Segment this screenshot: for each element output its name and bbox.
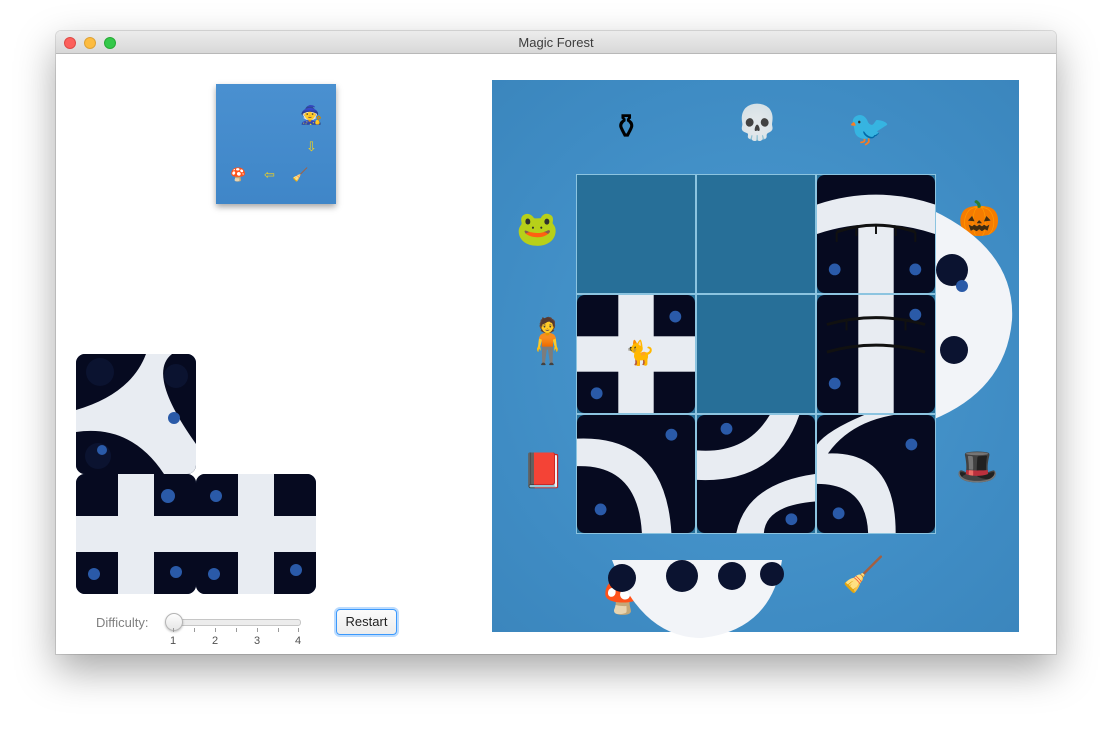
- board-slot-tile-bridge[interactable]: [816, 294, 936, 414]
- slider-tick: [194, 628, 195, 632]
- board-slot-tile-curve[interactable]: [576, 414, 696, 534]
- slider-tick-label: 2: [211, 635, 219, 647]
- board-slot-empty[interactable]: [576, 174, 696, 294]
- restart-button[interactable]: Restart: [336, 609, 397, 635]
- slider-tick-label: 1: [169, 635, 177, 647]
- slider-tick: [215, 628, 216, 632]
- game-board: ⚱ 💀 🐦 🐸 🎃 🧍 📕 🎩 🍄 🧹 🐈: [492, 80, 1019, 638]
- title-bar: Magic Forest: [56, 31, 1056, 54]
- difficulty-slider-track[interactable]: [173, 619, 301, 626]
- broom-icon: 🧹: [842, 556, 885, 594]
- board-slot-tile-curve[interactable]: [816, 414, 936, 534]
- scarecrow-icon: 🧍: [520, 317, 575, 366]
- goal-down-arrow-icon: ⇩: [306, 139, 317, 154]
- board-slot-tile-bridge[interactable]: [816, 174, 936, 294]
- goal-broom-icon: 🧹: [292, 167, 309, 182]
- slider-tick-label: 3: [253, 635, 261, 647]
- frog-icon: 🐸: [516, 210, 559, 248]
- spare-tile-cross[interactable]: [196, 474, 316, 594]
- difficulty-label: Difficulty:: [96, 615, 149, 630]
- spell-book-icon: 📕: [522, 452, 565, 490]
- window-title: Magic Forest: [518, 35, 594, 50]
- outer-path-right: [932, 210, 1013, 420]
- slider-tick: [257, 628, 258, 632]
- raven-icon: 🐦: [848, 110, 891, 148]
- spare-tile-curve[interactable]: [76, 354, 196, 474]
- slider-tick: [298, 628, 299, 632]
- board-slot-tile-curve[interactable]: [696, 414, 816, 534]
- outer-path-bottom: [608, 560, 784, 638]
- cauldron-icon: ⚱: [612, 108, 641, 146]
- slider-tick-label: 4: [294, 635, 302, 647]
- board-slot-empty[interactable]: [696, 174, 816, 294]
- goal-mushrooms-icon: 🍄: [230, 167, 247, 182]
- board-slot-empty[interactable]: [696, 294, 816, 414]
- difficulty-slider-knob[interactable]: [165, 613, 183, 631]
- skeleton-icon: 💀: [736, 104, 779, 142]
- witch-hat-icon: 🎩: [956, 448, 999, 486]
- goal-witch-hat-icon: 🧙: [300, 105, 323, 125]
- board-slot-tile-cross[interactable]: 🐈: [576, 294, 696, 414]
- slider-tick: [278, 628, 279, 632]
- slider-tick: [173, 628, 174, 632]
- app-window: Magic Forest 🧙 ⇩ 🧹 ⇦ 🍄 ⚱ 💀 🐦 🐸 🎃 🧍 📕 🎩 🍄…: [56, 31, 1056, 654]
- goal-left-arrow-icon: ⇦: [264, 167, 275, 182]
- goal-preview: 🧙 ⇩ 🧹 ⇦ 🍄: [216, 84, 336, 204]
- slider-tick: [236, 628, 237, 632]
- black-cat-icon: 🐈: [625, 340, 655, 367]
- spare-tile-cross[interactable]: [76, 474, 196, 594]
